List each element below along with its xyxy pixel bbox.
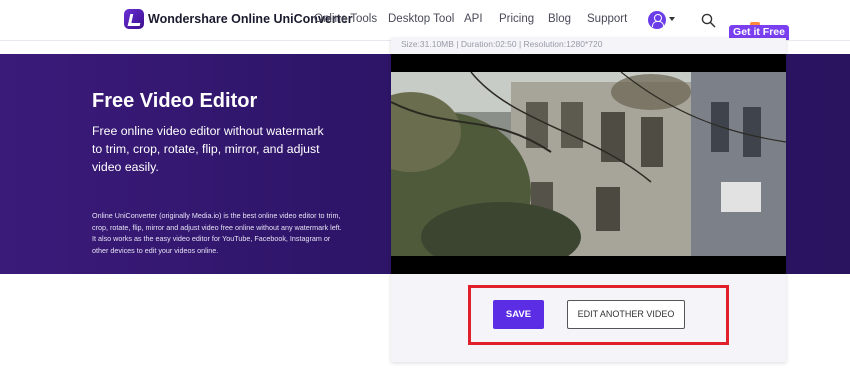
video-frame — [391, 72, 786, 256]
save-button[interactable]: SAVE — [493, 300, 544, 329]
nav-api[interactable]: API — [464, 13, 483, 25]
file-info-text: Size:31.10MB | Duration:02:50 | Resoluti… — [401, 39, 603, 49]
video-frame-image — [391, 72, 786, 256]
nav-pricing[interactable]: Pricing — [499, 13, 534, 25]
top-nav-bar: Wondershare Online UniConverter Online T… — [0, 0, 850, 41]
hero-subtitle: Free online video editor without waterma… — [92, 124, 324, 174]
nav-online-tools[interactable]: Online Tools — [314, 13, 377, 25]
nav-blog[interactable]: Blog — [548, 13, 571, 25]
logo-icon[interactable] — [124, 9, 144, 29]
avatar-icon[interactable] — [648, 11, 666, 29]
hero-description: Online UniConverter (originally Media.io… — [92, 211, 342, 255]
nav-desktop-tool[interactable]: Desktop Tool — [388, 13, 454, 25]
video-preview[interactable] — [391, 54, 786, 274]
edit-another-video-button[interactable]: EDIT ANOTHER VIDEO — [567, 300, 685, 329]
page-title: Free Video Editor — [92, 90, 258, 112]
search-icon[interactable] — [701, 13, 716, 28]
nav-support[interactable]: Support — [587, 13, 627, 25]
chevron-down-icon[interactable] — [669, 17, 675, 21]
